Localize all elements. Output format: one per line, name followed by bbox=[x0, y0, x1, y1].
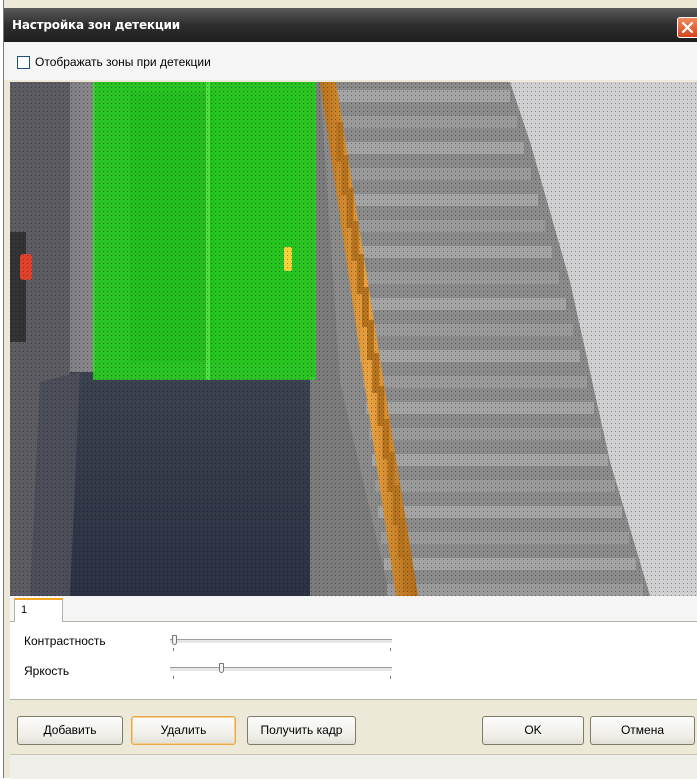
camera-frame-image bbox=[10, 82, 697, 596]
cancel-button[interactable]: Отмена bbox=[590, 716, 695, 745]
show-zones-label[interactable]: Отображать зоны при детекции bbox=[35, 55, 211, 69]
add-button[interactable]: Добавить bbox=[17, 716, 123, 745]
zone-settings-panel: Контрастность Яркость bbox=[10, 622, 697, 700]
contrast-slider-thumb[interactable] bbox=[172, 635, 177, 645]
delete-button[interactable]: Удалить bbox=[131, 716, 236, 745]
slider-tick bbox=[390, 676, 391, 679]
slider-tick bbox=[173, 676, 174, 679]
contrast-slider[interactable] bbox=[170, 635, 392, 651]
get-frame-button[interactable]: Получить кадр bbox=[247, 716, 356, 745]
brightness-slider[interactable] bbox=[170, 663, 392, 679]
brightness-label: Яркость bbox=[24, 664, 70, 678]
contrast-label: Контрастность bbox=[24, 634, 106, 648]
close-button[interactable] bbox=[677, 17, 697, 38]
tab-zone-1[interactable]: 1 bbox=[14, 598, 63, 622]
dialog-buttons: Добавить Удалить Получить кадр OK Отмена bbox=[10, 700, 697, 754]
zone-tabs: 1 bbox=[10, 596, 697, 622]
slider-tick bbox=[173, 648, 174, 651]
close-icon bbox=[682, 22, 693, 33]
show-zones-checkbox[interactable] bbox=[17, 56, 30, 69]
brightness-slider-thumb[interactable] bbox=[219, 663, 224, 673]
status-bar bbox=[10, 754, 697, 779]
ok-button[interactable]: OK bbox=[482, 716, 584, 745]
title-bar[interactable]: Настройка зон детекции bbox=[4, 8, 697, 42]
slider-tick bbox=[390, 648, 391, 651]
camera-preview[interactable] bbox=[10, 82, 697, 596]
window-title: Настройка зон детекции bbox=[12, 18, 180, 32]
